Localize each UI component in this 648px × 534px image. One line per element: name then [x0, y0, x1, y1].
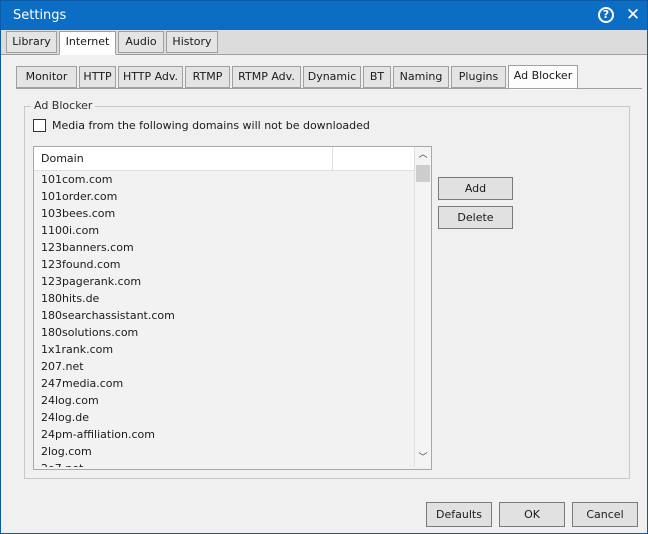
list-item[interactable]: 207.net [34, 358, 414, 375]
list-item[interactable]: 101com.com [34, 171, 414, 188]
group-label: Ad Blocker [31, 99, 96, 112]
vertical-scrollbar[interactable]: ︿ ﹀ [414, 147, 431, 467]
delete-button[interactable]: Delete [438, 206, 513, 229]
internet-settings-panel: Monitor HTTP HTTP Adv. RTMP RTMP Adv. Dy… [2, 55, 646, 533]
list-item[interactable]: 247media.com [34, 375, 414, 392]
cancel-button[interactable]: Cancel [572, 502, 638, 527]
list-item[interactable]: 123found.com [34, 256, 414, 273]
tab-plugins[interactable]: Plugins [451, 66, 506, 88]
list-item[interactable]: 24log.de [34, 409, 414, 426]
column-header-domain[interactable]: Domain [34, 147, 333, 170]
list-item[interactable]: 24log.com [34, 392, 414, 409]
list-item[interactable]: 24pm-affiliation.com [34, 426, 414, 443]
tab-monitor[interactable]: Monitor [16, 66, 77, 88]
tab-http-adv[interactable]: HTTP Adv. [118, 66, 183, 88]
ad-blocker-group: Ad Blocker Media from the following doma… [24, 99, 630, 479]
defaults-button[interactable]: Defaults [426, 502, 492, 527]
ad-blocker-panel: Ad Blocker Media from the following doma… [16, 88, 642, 523]
settings-window: Settings ? ✕ Library Internet Audio Hist… [0, 0, 648, 534]
list-item[interactable]: 180solutions.com [34, 324, 414, 341]
tab-internet[interactable]: Internet [59, 31, 116, 55]
ok-button[interactable]: OK [499, 502, 565, 527]
close-icon[interactable]: ✕ [624, 5, 642, 25]
help-icon[interactable]: ? [598, 7, 614, 23]
list-header: Domain [34, 147, 414, 171]
list-item[interactable]: 1100i.com [34, 222, 414, 239]
title-bar: Settings ? ✕ [1, 1, 647, 30]
scroll-thumb[interactable] [416, 165, 430, 182]
block-domains-checkbox-label[interactable]: Media from the following domains will no… [52, 119, 370, 132]
tab-naming[interactable]: Naming [393, 66, 449, 88]
list-item[interactable]: 123banners.com [34, 239, 414, 256]
scroll-up-icon[interactable]: ︿ [415, 147, 431, 164]
list-item[interactable]: 101order.com [34, 188, 414, 205]
tab-rtmp-adv[interactable]: RTMP Adv. [232, 66, 301, 88]
tab-rtmp[interactable]: RTMP [185, 66, 230, 88]
column-header-empty [334, 147, 414, 170]
list-item[interactable]: 123pagerank.com [34, 273, 414, 290]
sub-tab-bar: Monitor HTTP HTTP Adv. RTMP RTMP Adv. Dy… [16, 64, 636, 90]
list-item[interactable]: 103bees.com [34, 205, 414, 222]
list-item[interactable]: 1x1rank.com [34, 341, 414, 358]
block-domains-checkbox[interactable] [33, 119, 46, 132]
main-tab-bar: Library Internet Audio History [1, 30, 647, 55]
tab-history[interactable]: History [166, 31, 218, 53]
list-item[interactable]: 2log.com [34, 443, 414, 460]
add-button[interactable]: Add [438, 177, 513, 200]
tab-dynamic[interactable]: Dynamic [303, 66, 361, 88]
tab-ad-blocker[interactable]: Ad Blocker [508, 65, 578, 90]
tab-audio[interactable]: Audio [118, 31, 164, 53]
domain-list[interactable]: Domain 101com.com 101order.com 103bees.com… [33, 146, 432, 470]
tab-bt[interactable]: BT [363, 66, 391, 88]
tab-http[interactable]: HTTP [79, 66, 116, 88]
scroll-down-icon[interactable]: ﹀ [415, 450, 431, 467]
list-item[interactable]: 2o7.net [34, 460, 414, 467]
list-body: 101com.com 101order.com 103bees.com 1100i.c… [34, 171, 414, 467]
tab-library[interactable]: Library [6, 31, 57, 53]
window-title: Settings [13, 8, 67, 23]
list-item[interactable]: 180searchassistant.com [34, 307, 414, 324]
list-item[interactable]: 180hits.de [34, 290, 414, 307]
